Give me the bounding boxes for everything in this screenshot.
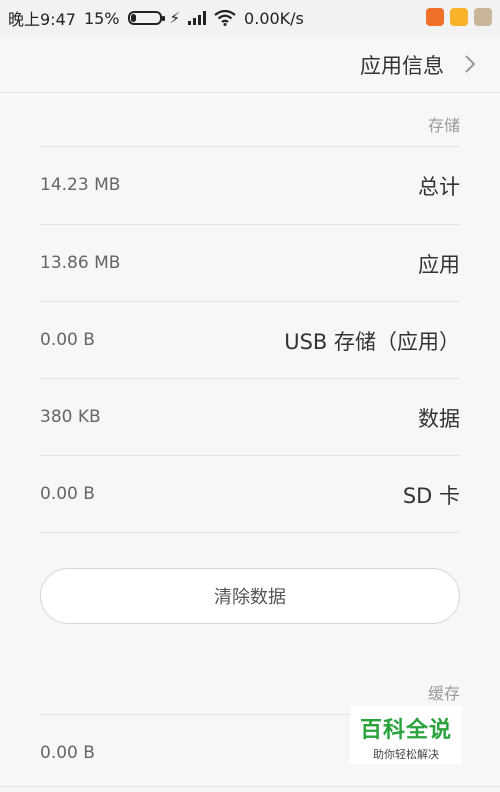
storage-row-app: 13.86 MB 应用 — [40, 225, 460, 302]
charging-icon: ⚡ — [169, 9, 181, 27]
battery-percent: 15% — [83, 8, 120, 28]
row-label: 总计 — [418, 175, 460, 199]
divider — [0, 786, 500, 787]
watermark-title: 百科全说 — [359, 718, 452, 743]
status-time: 晚上9:47 — [8, 10, 76, 29]
section-title-cache: 缓存 — [427, 684, 460, 703]
storage-row-usb: 0.00 B USB 存储（应用） — [40, 302, 460, 379]
row-label: SD 卡 — [402, 484, 460, 508]
row-value: 13.86 MB — [40, 253, 121, 273]
app-info-header[interactable]: 应用信息 — [0, 36, 500, 93]
watermark-subtitle: 助你轻松解决 — [373, 748, 439, 761]
status-left: 晚上9:47 15% ⚡ 0.00K/s — [8, 0, 304, 36]
wifi-icon — [214, 10, 236, 26]
divider — [40, 532, 460, 533]
storage-row-data: 380 KB 数据 — [40, 379, 460, 456]
row-value: 0.00 B — [40, 330, 95, 350]
notification-app-icon — [450, 8, 468, 26]
notification-app-icon — [474, 8, 492, 26]
network-speed: 0.00K/s — [244, 8, 304, 28]
row-label: 应用 — [418, 253, 460, 277]
notification-app-icon — [426, 8, 444, 26]
row-value: 0.00 B — [40, 743, 95, 763]
row-label: USB 存储（应用） — [284, 330, 460, 354]
watermark-logo: 百科全说 助你轻松解决 — [350, 706, 462, 764]
row-value: 14.23 MB — [40, 175, 121, 195]
row-label: 数据 — [418, 407, 460, 431]
page-title: 应用信息 — [360, 54, 444, 78]
status-right — [426, 8, 492, 26]
battery-icon — [127, 11, 165, 25]
row-value: 0.00 B — [40, 484, 95, 504]
status-bar: 晚上9:47 15% ⚡ 0.00K/s — [0, 0, 500, 36]
chevron-right-icon — [465, 55, 476, 73]
storage-row-sd: 0.00 B SD 卡 — [40, 456, 460, 533]
clear-data-button[interactable]: 清除数据 — [40, 568, 460, 624]
section-title-storage: 存储 — [427, 116, 460, 135]
signal-icon — [188, 11, 207, 25]
row-value: 380 KB — [40, 407, 101, 427]
storage-row-total: 14.23 MB 总计 — [40, 147, 460, 224]
